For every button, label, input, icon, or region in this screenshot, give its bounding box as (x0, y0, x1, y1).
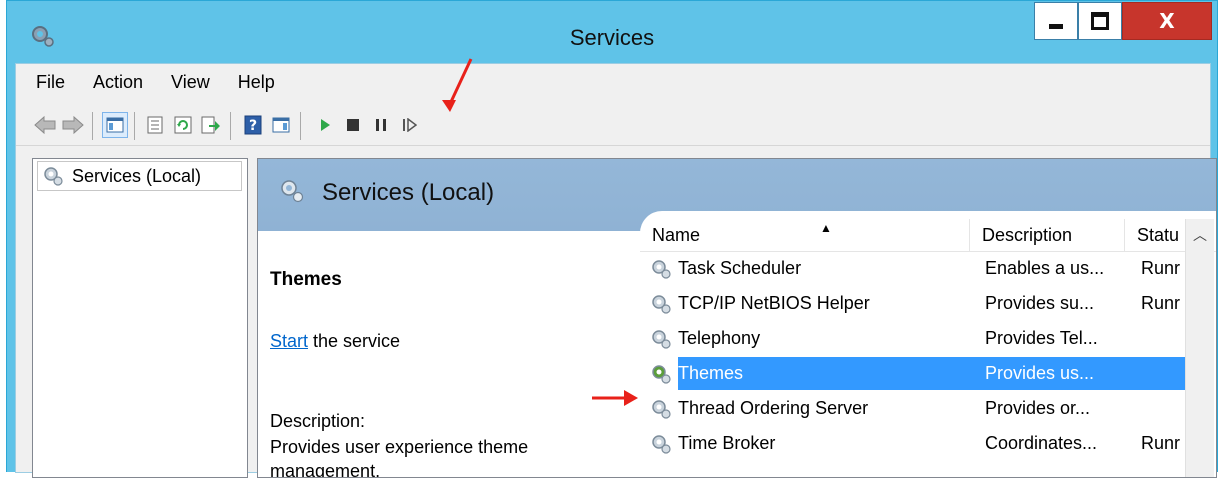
service-description: Enables a us... (985, 258, 1105, 278)
resume-service-icon[interactable] (396, 112, 422, 138)
properties-icon[interactable] (142, 112, 168, 138)
service-status: Runr (1141, 433, 1181, 453)
column-status-label: Statu (1137, 224, 1180, 245)
maximize-icon (1091, 12, 1109, 30)
service-name-cell: Time Broker (650, 426, 970, 461)
column-header-description[interactable]: Description (970, 219, 1125, 251)
service-details-panel: Themes Start the service Description: Pr… (258, 231, 638, 477)
client-area: File Action View Help ? Services (Local)… (15, 63, 1217, 478)
table-row[interactable]: Thread Ordering Server Provides or... (640, 391, 1216, 426)
service-status (1141, 321, 1181, 356)
show-hide-console-tree-icon[interactable] (102, 112, 128, 138)
services-gear-icon (44, 167, 63, 186)
pane-title: Services (Local) (322, 179, 495, 206)
service-name-cell: Task Scheduler (650, 251, 970, 286)
service-description: Coordinates... (985, 433, 1098, 453)
toolbar-separator (230, 112, 231, 140)
service-status (1141, 356, 1181, 391)
help-icon[interactable]: ? (240, 112, 266, 138)
close-icon: X (1159, 9, 1175, 33)
start-service-suffix: the service (308, 331, 401, 351)
service-name: Themes (678, 363, 744, 383)
table-row[interactable]: Time Broker Coordinates... Runr (640, 426, 1216, 461)
service-name-cell: TCP/IP NetBIOS Helper (650, 286, 970, 321)
console-tree: Services (Local) (32, 158, 248, 478)
menu-view[interactable]: View (158, 72, 223, 93)
service-name-cell: Themes (650, 356, 970, 391)
column-header-name[interactable]: Name ▲ (640, 219, 970, 251)
start-service-row: Start the service (270, 331, 400, 352)
menu-action[interactable]: Action (80, 72, 156, 93)
service-gear-icon (652, 329, 671, 349)
service-gear-icon (652, 294, 671, 314)
toolbar-separator (300, 112, 301, 140)
service-gear-icon (652, 434, 671, 454)
maximize-button[interactable] (1078, 2, 1122, 40)
service-status (1141, 391, 1181, 426)
export-list-icon[interactable] (198, 112, 224, 138)
refresh-icon[interactable] (170, 112, 196, 138)
service-name: Time Broker (678, 433, 776, 453)
tree-item-label: Services (Local) (72, 165, 202, 186)
list-rows: Task Scheduler Enables a us... Runr TCP/IP … (640, 251, 1216, 461)
show-hide-action-pane-icon[interactable] (268, 112, 294, 138)
tree-item-services-local[interactable]: Services (Local) (37, 161, 242, 191)
service-name-cell: Telephony (650, 321, 970, 356)
service-status: Runr (1141, 258, 1181, 278)
service-name: Task Scheduler (678, 258, 802, 278)
service-description: Provides su... (985, 293, 1095, 313)
scroll-up-icon[interactable]: ︿ (1186, 219, 1214, 251)
list-header: Name ▲ Description Statu (640, 219, 1216, 252)
service-gear-icon (652, 364, 671, 384)
back-arrow-icon[interactable] (32, 112, 58, 138)
column-name-label: Name (652, 224, 701, 245)
forward-arrow-icon[interactable] (60, 112, 86, 138)
service-status: Runr (1141, 293, 1181, 313)
services-pane: Services (Local) Themes Start the servic… (257, 158, 1217, 478)
table-row[interactable]: Themes Provides us... (640, 356, 1216, 391)
toolbar: ? (16, 106, 1210, 146)
start-service-icon[interactable] (312, 112, 338, 138)
service-name: Telephony (678, 328, 761, 348)
menu-bar: File Action View Help (16, 64, 1210, 100)
service-description: Provides or... (985, 398, 1091, 418)
pause-service-icon[interactable] (368, 112, 394, 138)
service-name: Thread Ordering Server (678, 398, 869, 418)
service-name: TCP/IP NetBIOS Helper (678, 293, 870, 313)
service-gear-icon (652, 259, 671, 279)
services-list: Name ▲ Description Statu Task Scheduler E… (640, 211, 1216, 477)
service-description: Provides us... (985, 363, 1095, 383)
start-service-link[interactable]: Start (270, 331, 308, 351)
svg-text:?: ? (249, 118, 257, 134)
minimize-icon (1049, 23, 1063, 29)
menu-help[interactable]: Help (225, 72, 288, 93)
table-row[interactable]: TCP/IP NetBIOS Helper Provides su... Runr (640, 286, 1216, 321)
column-description-label: Description (982, 224, 1073, 245)
stop-service-icon[interactable] (340, 112, 366, 138)
title-bar[interactable]: Services X (7, 1, 1217, 63)
table-row[interactable]: Task Scheduler Enables a us... Runr (640, 251, 1216, 286)
sort-ascending-icon: ▲ (820, 221, 832, 235)
toolbar-separator (92, 112, 93, 140)
services-gear-icon (281, 180, 304, 203)
service-description: Provides Tel... (985, 328, 1098, 348)
service-gear-icon (652, 399, 671, 419)
service-name-cell: Thread Ordering Server (650, 391, 970, 426)
minimize-button[interactable] (1034, 2, 1078, 40)
menu-file[interactable]: File (36, 72, 78, 93)
table-row[interactable]: Telephony Provides Tel... (640, 321, 1216, 356)
vertical-scrollbar[interactable]: ︿ (1185, 219, 1214, 477)
description-label: Description: (270, 411, 366, 431)
toolbar-separator (134, 112, 135, 140)
column-header-status[interactable]: Statu (1125, 219, 1185, 251)
selected-service-name: Themes (270, 269, 342, 290)
services-window: Services X File Action View Help ? Servi… (6, 0, 1218, 478)
close-button[interactable]: X (1122, 2, 1212, 40)
